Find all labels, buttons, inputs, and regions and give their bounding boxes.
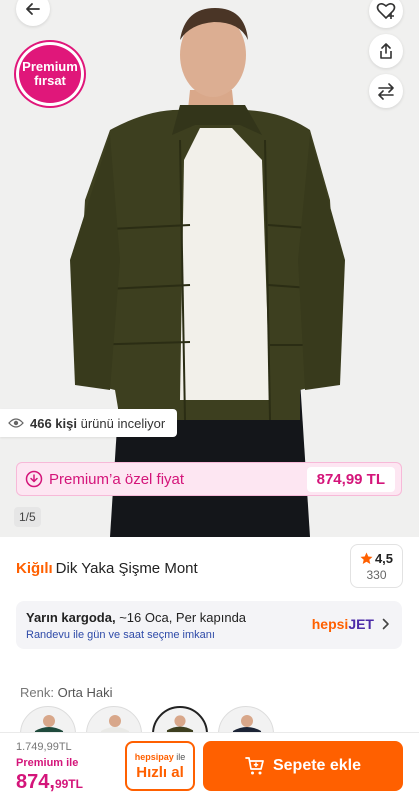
chevron-right-icon [382,618,389,630]
add-to-cart-button[interactable]: Sepete ekle [203,741,403,791]
rating-count: 330 [366,567,387,582]
premium-badge-line1: Premium [22,59,78,74]
arrow-left-icon [26,3,40,15]
viewers-indicator: 466 kişi ürünü inceliyor [0,409,178,437]
share-icon [380,43,392,59]
final-price: 874,99TL [16,771,83,794]
premium-badge-line2: fırsat [34,73,66,88]
color-label-key: Renk: [20,685,54,700]
quick-pay-brand: hepsipay ile [135,752,186,762]
cart-plus-icon [245,757,264,775]
share-button[interactable] [369,34,403,68]
compare-button[interactable] [369,74,403,108]
carrier-part2: JET [348,616,374,632]
carrier-part1: hepsi [311,616,349,632]
color-label: Renk: Orta Haki [20,685,113,700]
rating-value: 4,5 [374,550,394,566]
product-name: Dik Yaka Şişme Mont [55,560,198,577]
premium-price-label: Premium’a özel fiyat [49,470,185,488]
product-title: Kiğılı Dik Yaka Şişme Mont [16,560,198,577]
add-to-cart-label: Sepete ekle [272,757,362,774]
delivery-when: Yarın kargoda, [26,610,116,625]
old-price: 1.749,99TL [16,741,72,753]
eye-icon [8,418,24,428]
quick-buy-button[interactable]: hepsipay ile Hızlı al [125,741,195,791]
bottom-purchase-bar: 1.749,99TL Premium ile 874,99TL hepsipay… [0,732,419,800]
image-pager: 1/5 [14,507,41,527]
brand-link[interactable]: Kiğılı [16,560,53,577]
viewers-text: ürünü inceliyor [80,415,166,431]
product-image-gallery[interactable]: Premium fırsat 466 kişi ürünü inceliyor … [0,0,419,537]
rating-box[interactable]: 4,5 330 [350,544,403,588]
delivery-detail: ~16 Oca, Per kapında [115,610,247,625]
color-value: Orta Haki [57,685,113,700]
quick-pay-suffix: ile [173,751,186,762]
delivery-info[interactable]: Yarın kargoda, ~16 Oca, Per kapında Rand… [16,601,402,649]
premium-price-value: 874,99 TL [306,466,395,492]
heart-plus-icon [376,2,396,20]
viewers-count: 466 kişi [30,415,77,431]
premium-firsat-badge: Premium fırsat [16,42,84,106]
final-price-small: 99TL [54,777,83,791]
quick-pay-brand-name: hepsipay [134,751,174,762]
premium-price-banner[interactable]: Premium’a özel fiyat 874,99 TL [16,462,402,496]
premium-with-label: Premium ile [16,757,79,769]
compare-arrows-icon [378,83,394,100]
premium-tag-icon [25,470,43,488]
star-icon [360,552,373,564]
carrier-logo: hepsiJET [312,616,390,632]
quick-buy-label: Hızlı al [136,763,184,781]
final-price-main: 874, [16,771,55,793]
